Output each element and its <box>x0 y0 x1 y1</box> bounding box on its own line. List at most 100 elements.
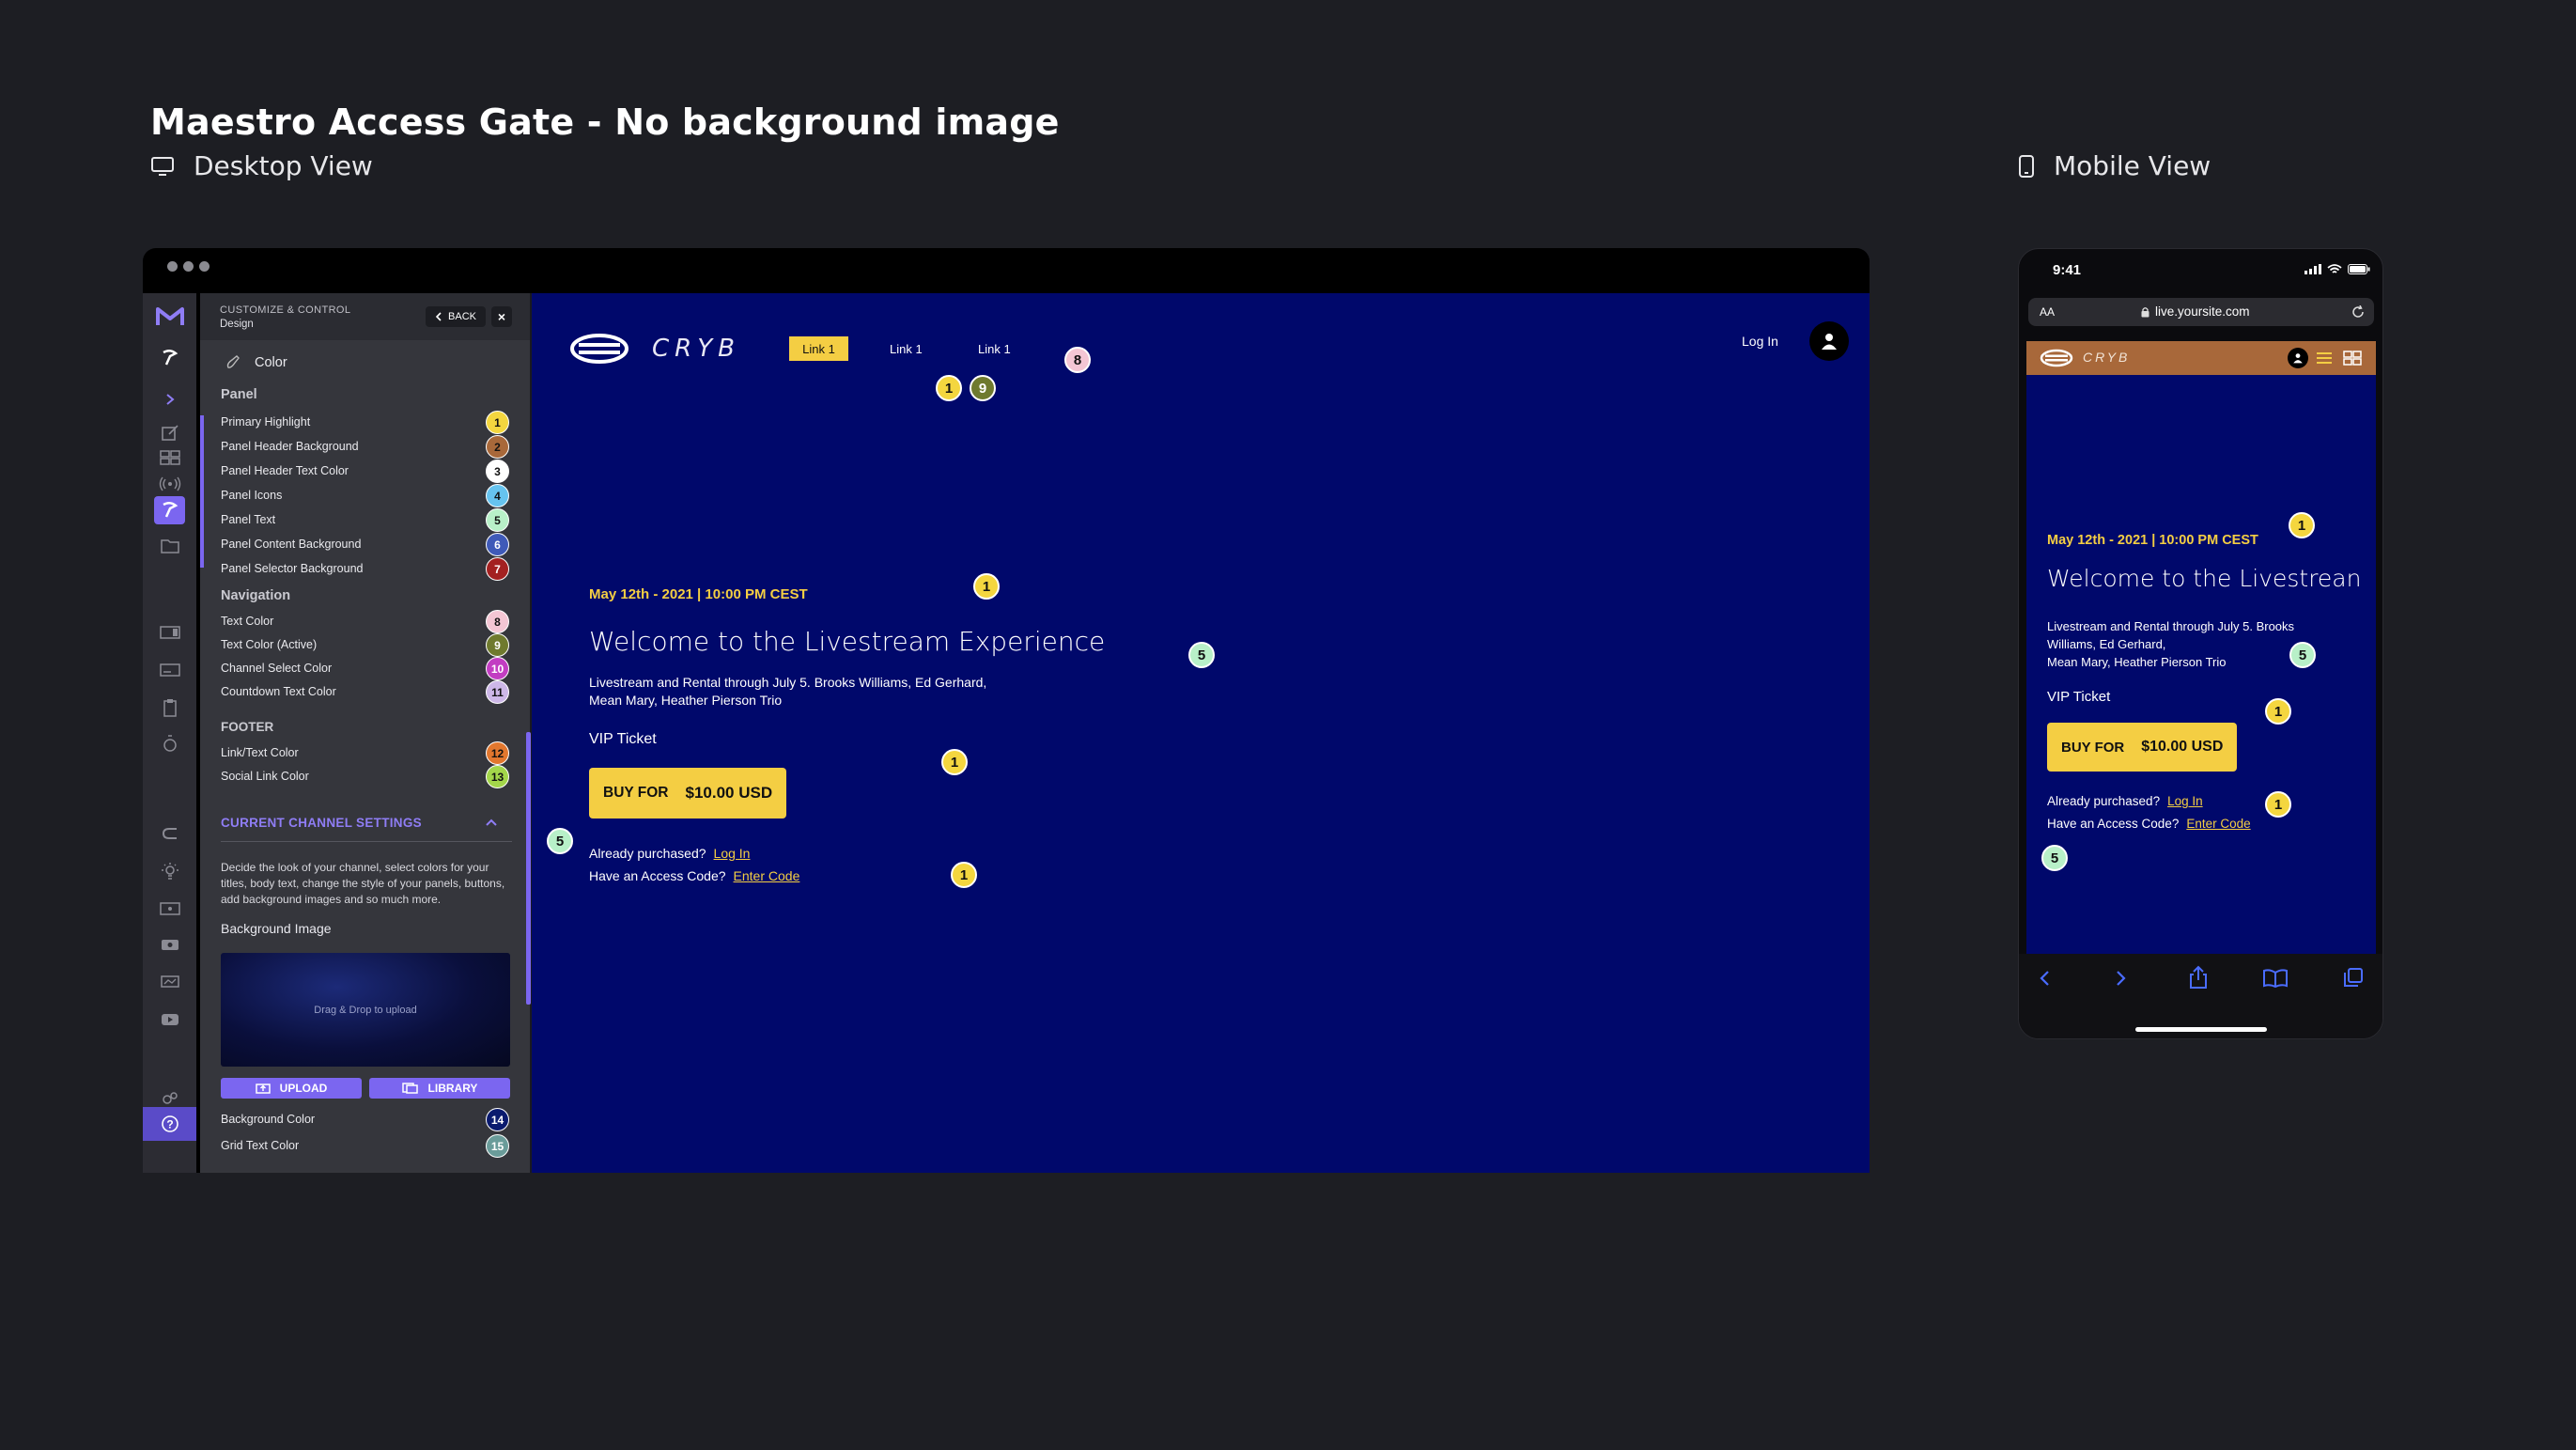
lock-icon <box>2141 306 2149 317</box>
color-swatch-badge[interactable]: 11 <box>486 680 509 704</box>
color-swatch-badge[interactable]: 13 <box>486 765 509 788</box>
color-swatch-badge[interactable]: 10 <box>486 657 509 680</box>
color-swatch-badge[interactable]: 3 <box>486 460 509 483</box>
user-avatar[interactable] <box>1809 321 1849 361</box>
design-active-icon[interactable] <box>143 494 196 526</box>
phone-icon <box>2019 154 2034 178</box>
color-option-label[interactable]: Panel Header Background <box>221 440 359 453</box>
mobile-enter-code-link[interactable]: Enter Code <box>2186 817 2250 831</box>
nav-link-2[interactable]: Link 1 <box>890 342 923 356</box>
color-option-label[interactable]: Link/Text Color <box>221 746 299 759</box>
color-swatch-badge[interactable]: 15 <box>486 1134 509 1158</box>
desktop-window: ? CUSTOMIZE & CONTROL Design BACK × Colo… <box>143 248 1870 1173</box>
cryb-logo-small-icon[interactable] <box>2040 349 2073 367</box>
color-swatch-badge[interactable]: 8 <box>486 610 509 633</box>
hamburger-icon[interactable] <box>2317 351 2332 365</box>
color-option-label[interactable]: Panel Selector Background <box>221 562 363 575</box>
color-option-label[interactable]: Background Color <box>221 1113 315 1126</box>
color-swatch-badge[interactable]: 1 <box>486 411 509 434</box>
maestro-logo-icon[interactable] <box>143 301 196 333</box>
bulb-icon[interactable] <box>143 855 196 887</box>
mobile-login-link[interactable]: Log In <box>2167 794 2203 808</box>
nav-link-active[interactable]: Link 1 <box>789 336 848 361</box>
site-logo[interactable]: CRYB <box>569 333 740 365</box>
money-icon[interactable] <box>143 928 196 960</box>
color-option-label[interactable]: Text Color (Active) <box>221 638 317 651</box>
color-option-label[interactable]: Panel Icons <box>221 489 282 502</box>
login-link[interactable]: Log In <box>1742 334 1778 349</box>
reload-icon[interactable] <box>2351 305 2365 319</box>
design-brush-icon[interactable] <box>143 342 196 374</box>
color-option-label[interactable]: Panel Content Background <box>221 538 361 551</box>
share-icon[interactable] <box>2188 965 2209 990</box>
annotation-badge-1: 1 <box>973 573 1000 600</box>
divider <box>221 841 512 842</box>
nav-link-3[interactable]: Link 1 <box>978 342 1011 356</box>
back-arrow-icon[interactable] <box>2038 969 2051 988</box>
channel-settings-toggle[interactable]: CURRENT CHANNEL SETTINGS <box>221 816 422 830</box>
tabs-icon[interactable] <box>2343 967 2364 988</box>
buy-button[interactable]: BUY FOR $10.00 USD <box>589 768 787 819</box>
purchase-login-link[interactable]: Log In <box>714 846 751 861</box>
color-option-label[interactable]: Text Color <box>221 615 273 628</box>
expand-chevron-icon[interactable] <box>143 383 196 415</box>
annotation-badge-8: 8 <box>1064 347 1091 373</box>
close-button[interactable]: × <box>491 306 512 327</box>
card-icon[interactable] <box>143 654 196 686</box>
color-swatch-badge[interactable]: 12 <box>486 741 509 765</box>
color-swatch-badge[interactable]: 14 <box>486 1108 509 1131</box>
color-swatch-badge[interactable]: 9 <box>486 633 509 657</box>
folder-icon[interactable] <box>143 530 196 562</box>
image-dropzone[interactable]: Drag & Drop to upload <box>221 953 510 1067</box>
color-option-label[interactable]: Grid Text Color <box>221 1139 299 1152</box>
grid-menu-icon[interactable] <box>2343 351 2362 366</box>
color-swatch-badge[interactable]: 6 <box>486 533 509 556</box>
youtube-icon[interactable] <box>143 1004 196 1036</box>
chat-icon[interactable] <box>143 966 196 998</box>
section-indicator <box>200 415 204 568</box>
color-swatch-badge[interactable]: 2 <box>486 435 509 459</box>
status-time: 9:41 <box>2053 262 2082 278</box>
forward-arrow-icon[interactable] <box>2115 969 2128 988</box>
magnet-icon[interactable] <box>143 818 196 850</box>
color-swatch-badge[interactable]: 5 <box>486 508 509 532</box>
color-swatch-badge[interactable]: 4 <box>486 484 509 507</box>
color-drop-icon <box>226 355 240 368</box>
close-icon: × <box>497 309 506 324</box>
mobile-view-label: Mobile View <box>2018 150 2211 181</box>
mobile-event-description: Livestream and Rental through July 5. Br… <box>2047 619 2295 669</box>
color-option-label[interactable]: Social Link Color <box>221 770 309 783</box>
tablet-icon[interactable] <box>143 616 196 648</box>
url-bar[interactable]: AA live.yoursite.com <box>2028 298 2374 326</box>
ticket-label: VIP Ticket <box>589 731 657 747</box>
chevron-left-icon <box>435 312 442 321</box>
panel-scrollbar[interactable] <box>526 732 531 1005</box>
mobile-window: 9:41 AA live.yoursite.com CRYB May 12th … <box>2018 248 2383 1039</box>
library-button[interactable]: LIBRARY <box>369 1078 510 1099</box>
mobile-already-purchased: Already purchased? Log In <box>2047 794 2203 808</box>
bookmarks-icon[interactable] <box>2263 969 2288 988</box>
color-option-label[interactable]: Panel Text <box>221 513 275 526</box>
annotation-badge-5: 5 <box>1188 642 1215 668</box>
mobile-buy-button[interactable]: BUY FOR $10.00 USD <box>2047 723 2238 772</box>
mobile-user-avatar[interactable] <box>2288 348 2308 368</box>
svg-text:?: ? <box>166 1118 173 1131</box>
event-date: May 12th - 2021 | 10:00 PM CEST <box>589 586 808 602</box>
color-option-label[interactable]: Channel Select Color <box>221 662 332 675</box>
color-option-label[interactable]: Countdown Text Color <box>221 685 336 698</box>
clipboard-icon[interactable] <box>143 692 196 724</box>
chevron-up-icon[interactable] <box>485 817 498 828</box>
color-swatch-badge[interactable]: 7 <box>486 557 509 581</box>
upload-button[interactable]: UPLOAD <box>221 1078 362 1099</box>
enter-code-link[interactable]: Enter Code <box>734 868 800 883</box>
timer-icon[interactable] <box>143 727 196 759</box>
text-size-button[interactable]: AA <box>2040 305 2055 319</box>
color-option-label[interactable]: Primary Highlight <box>221 415 310 429</box>
image-card-icon[interactable] <box>143 893 196 925</box>
help-icon[interactable]: ? <box>143 1107 196 1141</box>
color-option-label[interactable]: Panel Header Text Color <box>221 464 349 477</box>
annotation-badge-1: 1 <box>941 749 968 775</box>
home-indicator[interactable] <box>2135 1027 2267 1032</box>
back-button[interactable]: BACK <box>426 306 486 327</box>
panel-header-subtitle: Design <box>220 319 254 330</box>
